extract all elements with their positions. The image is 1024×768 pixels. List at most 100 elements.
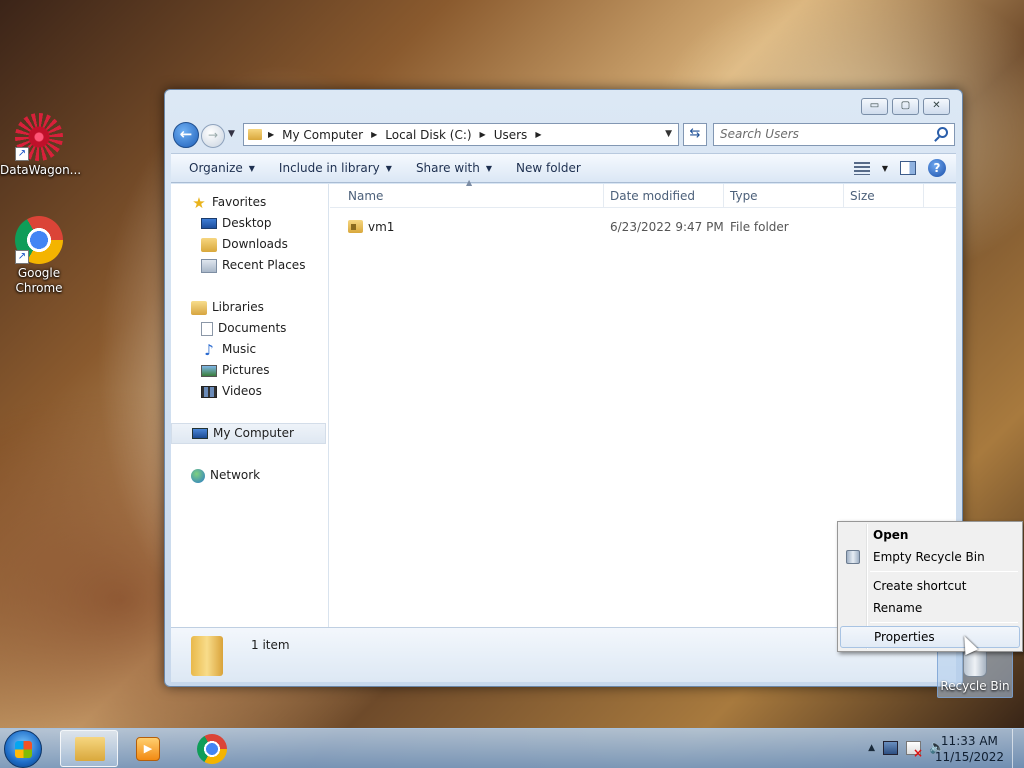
forward-button[interactable]: →	[201, 124, 225, 148]
nav-label: Libraries	[212, 300, 264, 314]
back-button[interactable]: ←	[173, 122, 199, 148]
help-icon[interactable]: ?	[928, 159, 946, 177]
datawagon-icon: ↗	[15, 113, 63, 161]
address-dropdown-icon[interactable]: ▼	[665, 129, 672, 139]
nav-music[interactable]: ♪ Music	[171, 339, 328, 360]
show-desktop-button[interactable]	[1012, 729, 1024, 768]
breadcrumb-local-disk[interactable]: Local Disk (C:)	[385, 128, 471, 142]
chevron-down-icon[interactable]: ▼	[882, 164, 888, 173]
clock-date: 11/15/2022	[934, 750, 1004, 764]
share-with-button[interactable]: Share with ▼	[404, 161, 504, 175]
file-name: vm1	[368, 220, 395, 234]
network-icon	[191, 468, 205, 483]
item-count: 1 item	[251, 638, 290, 652]
libraries-icon	[191, 300, 207, 315]
recent-places-icon	[201, 258, 217, 273]
nav-label: Pictures	[222, 363, 270, 377]
nav-downloads[interactable]: Downloads	[171, 234, 328, 255]
organize-button[interactable]: Organize ▼	[177, 161, 267, 175]
menu-item-open[interactable]: Open	[840, 524, 1020, 546]
computer-icon	[192, 428, 208, 439]
menu-item-create-shortcut[interactable]: Create shortcut	[840, 575, 1020, 597]
organize-label: Organize	[189, 161, 243, 175]
nav-network[interactable]: Network	[171, 465, 328, 486]
explorer-icon	[75, 737, 105, 761]
nav-label: Recent Places	[222, 258, 306, 272]
system-tray: ▲ 🔈	[868, 741, 945, 761]
chrome-icon	[197, 734, 227, 764]
nav-libraries[interactable]: Libraries	[171, 297, 328, 318]
network-status-icon[interactable]	[883, 741, 898, 755]
breadcrumb-arrow-icon[interactable]: ▶	[371, 130, 377, 139]
nav-desktop[interactable]: Desktop	[171, 213, 328, 234]
shortcut-arrow-icon: ↗	[15, 147, 29, 161]
command-bar: Organize ▼ Include in library ▼ Share wi…	[171, 153, 956, 183]
folder-icon	[191, 636, 223, 676]
chrome-icon: ↗	[15, 216, 63, 264]
column-header-type[interactable]: Type	[724, 184, 844, 208]
taskbar-media-player-button[interactable]: ▶	[120, 730, 178, 767]
music-icon: ♪	[204, 340, 214, 359]
documents-icon	[201, 321, 213, 336]
nav-label: My Computer	[213, 426, 294, 440]
taskbar-chrome-button[interactable]	[183, 730, 241, 767]
table-row[interactable]: vm1 6/23/2022 9:47 PM File folder	[330, 217, 956, 237]
navigation-pane: ★ Favorites Desktop Downloads Recent Pla…	[171, 184, 329, 627]
breadcrumb-arrow-icon[interactable]: ▶	[268, 130, 274, 139]
menu-separator	[870, 571, 1018, 572]
nav-videos[interactable]: Videos	[171, 381, 328, 402]
taskbar-explorer-button[interactable]	[60, 730, 118, 767]
view-options-icon[interactable]	[853, 161, 870, 175]
menu-item-label: Empty Recycle Bin	[873, 550, 985, 564]
nav-my-computer[interactable]: My Computer	[171, 423, 326, 444]
search-input[interactable]	[714, 124, 924, 144]
desktop-icon-label: DataWagon...	[0, 163, 82, 177]
desktop-icon-google-chrome[interactable]: ↗ Google Chrome	[0, 216, 78, 296]
nav-pictures[interactable]: Pictures	[171, 360, 328, 381]
nav-label: Favorites	[212, 195, 267, 209]
nav-label: Desktop	[222, 216, 272, 230]
close-button[interactable]: ✕	[923, 98, 950, 115]
column-header-name[interactable]: Name	[342, 184, 604, 208]
menu-item-rename[interactable]: Rename	[840, 597, 1020, 619]
view-controls: ▼ ?	[853, 159, 946, 177]
nav-label: Downloads	[222, 237, 288, 251]
column-header-size[interactable]: Size	[844, 184, 924, 208]
nav-recent-places[interactable]: Recent Places	[171, 255, 328, 276]
downloads-icon	[201, 237, 217, 252]
breadcrumb-arrow-icon[interactable]: ▶	[535, 130, 541, 139]
menu-item-empty-recycle-bin[interactable]: Empty Recycle Bin	[840, 546, 1020, 568]
recent-pages-dropdown[interactable]: ▼	[228, 129, 235, 139]
pictures-icon	[201, 364, 217, 377]
breadcrumb-arrow-icon[interactable]: ▶	[480, 130, 486, 139]
search-box	[713, 123, 955, 146]
include-in-library-button[interactable]: Include in library ▼	[267, 161, 404, 175]
refresh-button[interactable]: ⇆	[683, 123, 707, 146]
desktop-icon-datawagon[interactable]: ↗ DataWagon...	[0, 113, 82, 178]
nav-label: Network	[210, 468, 261, 482]
clock-time: 11:33 AM	[940, 734, 998, 748]
folder-icon	[248, 129, 262, 140]
file-type: File folder	[730, 220, 789, 234]
new-folder-button[interactable]: New folder	[504, 161, 593, 175]
recycle-bin-icon	[846, 550, 860, 564]
breadcrumb-my-computer[interactable]: My Computer	[282, 128, 363, 142]
nav-label: Music	[222, 342, 257, 356]
show-hidden-icons-icon[interactable]: ▲	[868, 743, 875, 753]
menu-item-properties[interactable]: Properties	[840, 626, 1020, 648]
nav-favorites[interactable]: ★ Favorites	[171, 192, 328, 213]
search-icon[interactable]	[937, 127, 948, 138]
desktop-icon	[201, 218, 217, 229]
minimize-button[interactable]: ▭	[861, 98, 888, 115]
action-center-icon[interactable]	[906, 741, 923, 760]
preview-pane-icon[interactable]	[900, 161, 916, 175]
desktop-icon-label: Recycle Bin	[940, 679, 1010, 693]
column-header-date-modified[interactable]: Date modified	[604, 184, 724, 208]
nav-documents[interactable]: Documents	[171, 318, 328, 339]
start-button[interactable]	[4, 730, 42, 768]
clock[interactable]: 11:33 AM 11/15/2022	[935, 733, 1004, 765]
chevron-down-icon: ▼	[248, 163, 255, 173]
address-bar[interactable]: ▶ My Computer ▶ Local Disk (C:) ▶ Users …	[243, 123, 679, 146]
maximize-button[interactable]: ▢	[892, 98, 919, 115]
breadcrumb-users[interactable]: Users	[494, 128, 528, 142]
